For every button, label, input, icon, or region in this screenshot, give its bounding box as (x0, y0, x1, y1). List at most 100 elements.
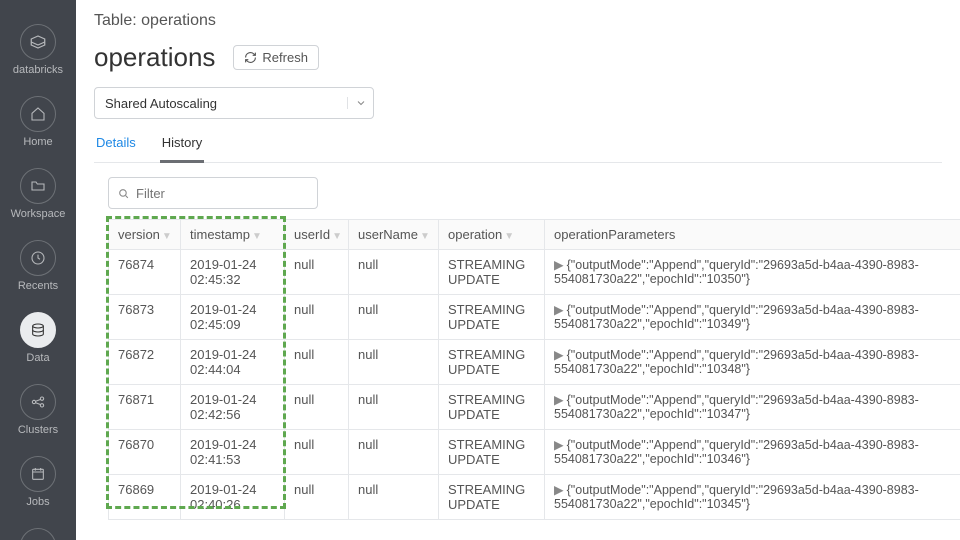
cell-userid: null (285, 475, 349, 520)
history-table-wrap: version▼ timestamp▼ userId▼ userName▼ op… (108, 219, 942, 520)
sidebar-item-clusters[interactable]: Clusters (0, 376, 76, 448)
refresh-label: Refresh (262, 50, 308, 65)
column-header-userid[interactable]: userId▼ (285, 220, 349, 250)
sort-icon: ▼ (504, 231, 514, 242)
refresh-icon (244, 51, 257, 64)
database-icon (20, 312, 56, 348)
expand-icon[interactable]: ▶ (554, 393, 564, 407)
sidebar-item-home[interactable]: Home (0, 88, 76, 160)
cell-operationparameters[interactable]: ▶{"outputMode":"Append","queryId":"29693… (545, 385, 960, 430)
cell-username: null (349, 295, 439, 340)
table-row[interactable]: 768722019-01-24 02:44:04nullnullSTREAMIN… (109, 340, 960, 385)
sidebar: databricks Home Workspace Recents Data (0, 0, 76, 540)
cell-operation: STREAMING UPDATE (439, 295, 545, 340)
table-row[interactable]: 768712019-01-24 02:42:56nullnullSTREAMIN… (109, 385, 960, 430)
sort-icon: ▼ (162, 231, 172, 242)
cell-timestamp: 2019-01-24 02:41:53 (181, 430, 285, 475)
sort-icon: ▼ (332, 231, 342, 242)
cell-operationparameters[interactable]: ▶{"outputMode":"Append","queryId":"29693… (545, 295, 960, 340)
cell-timestamp: 2019-01-24 02:45:32 (181, 250, 285, 295)
sort-icon: ▼ (420, 231, 430, 242)
cell-version: 76870 (109, 430, 181, 475)
tabs: Details History (94, 129, 942, 163)
sidebar-item-label: Clusters (18, 424, 58, 436)
table-row[interactable]: 768742019-01-24 02:45:32nullnullSTREAMIN… (109, 250, 960, 295)
cell-version: 76869 (109, 475, 181, 520)
cell-operation: STREAMING UPDATE (439, 250, 545, 295)
expand-icon[interactable]: ▶ (554, 303, 564, 317)
cell-timestamp: 2019-01-24 02:40:26 (181, 475, 285, 520)
cell-username: null (349, 340, 439, 385)
heading-row: operations Refresh (94, 42, 942, 73)
table-row[interactable]: 768702019-01-24 02:41:53nullnullSTREAMIN… (109, 430, 960, 475)
cell-version: 76871 (109, 385, 181, 430)
main-content: Table: operations operations Refresh Sha… (76, 0, 960, 540)
folder-icon (20, 168, 56, 204)
cell-userid: null (285, 295, 349, 340)
clock-icon (20, 240, 56, 276)
cell-timestamp: 2019-01-24 02:44:04 (181, 340, 285, 385)
chevron-down-icon (347, 97, 373, 109)
column-header-operationparameters[interactable]: operationParameters▼ (545, 220, 960, 250)
sidebar-item-workspace[interactable]: Workspace (0, 160, 76, 232)
filter-input[interactable] (108, 177, 318, 209)
expand-icon[interactable]: ▶ (554, 483, 564, 497)
sidebar-item-data[interactable]: Data (0, 304, 76, 376)
table-row[interactable]: 768692019-01-24 02:40:26nullnullSTREAMIN… (109, 475, 960, 520)
sidebar-item-label: Home (23, 136, 52, 148)
filter-text-field[interactable] (136, 186, 312, 201)
cell-version: 76872 (109, 340, 181, 385)
sidebar-item-label: Workspace (11, 208, 66, 220)
sort-icon: ▼ (252, 231, 262, 242)
cell-version: 76873 (109, 295, 181, 340)
cell-operationparameters[interactable]: ▶{"outputMode":"Append","queryId":"29693… (545, 430, 960, 475)
refresh-button[interactable]: Refresh (233, 45, 319, 70)
cell-timestamp: 2019-01-24 02:42:56 (181, 385, 285, 430)
tab-history[interactable]: History (160, 129, 204, 163)
cell-username: null (349, 475, 439, 520)
expand-icon[interactable]: ▶ (554, 258, 564, 272)
cell-username: null (349, 250, 439, 295)
cell-userid: null (285, 250, 349, 295)
cell-userid: null (285, 385, 349, 430)
table-row[interactable]: 768732019-01-24 02:45:09nullnullSTREAMIN… (109, 295, 960, 340)
databricks-logo-icon (20, 24, 56, 60)
sidebar-item-label: Jobs (26, 496, 49, 508)
cell-operationparameters[interactable]: ▶{"outputMode":"Append","queryId":"29693… (545, 475, 960, 520)
cell-operationparameters[interactable]: ▶{"outputMode":"Append","queryId":"29693… (545, 250, 960, 295)
sidebar-item-recents[interactable]: Recents (0, 232, 76, 304)
cluster-select[interactable]: Shared Autoscaling (94, 87, 374, 119)
expand-icon[interactable]: ▶ (554, 438, 564, 452)
column-header-username[interactable]: userName▼ (349, 220, 439, 250)
cluster-select-value: Shared Autoscaling (95, 96, 347, 111)
home-icon (20, 96, 56, 132)
cell-username: null (349, 430, 439, 475)
cell-version: 76874 (109, 250, 181, 295)
sidebar-item-label: Data (26, 352, 49, 364)
page-title: operations (94, 42, 215, 73)
cell-operation: STREAMING UPDATE (439, 475, 545, 520)
sidebar-item-jobs[interactable]: Jobs (0, 448, 76, 520)
sidebar-item-label: Recents (18, 280, 58, 292)
sidebar-brand[interactable]: databricks (0, 16, 76, 88)
search-icon (20, 528, 56, 540)
column-header-version[interactable]: version▼ (109, 220, 181, 250)
sidebar-item-search[interactable]: Search (0, 520, 76, 540)
search-icon (117, 187, 130, 200)
cell-operation: STREAMING UPDATE (439, 430, 545, 475)
clusters-icon (20, 384, 56, 420)
cell-userid: null (285, 430, 349, 475)
cell-operationparameters[interactable]: ▶{"outputMode":"Append","queryId":"29693… (545, 340, 960, 385)
cell-operation: STREAMING UPDATE (439, 385, 545, 430)
table-header-row: version▼ timestamp▼ userId▼ userName▼ op… (109, 220, 960, 250)
cell-username: null (349, 385, 439, 430)
cell-operation: STREAMING UPDATE (439, 340, 545, 385)
expand-icon[interactable]: ▶ (554, 348, 564, 362)
column-header-operation[interactable]: operation▼ (439, 220, 545, 250)
sidebar-brand-label: databricks (13, 64, 63, 76)
history-table: version▼ timestamp▼ userId▼ userName▼ op… (108, 219, 960, 520)
cell-userid: null (285, 340, 349, 385)
column-header-timestamp[interactable]: timestamp▼ (181, 220, 285, 250)
tab-details[interactable]: Details (94, 129, 138, 162)
calendar-icon (20, 456, 56, 492)
